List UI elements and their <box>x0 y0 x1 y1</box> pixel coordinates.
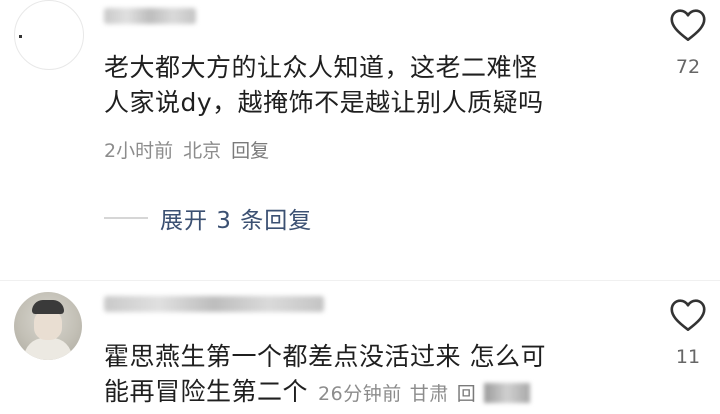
expand-replies-button[interactable]: 展开 3 条回复 <box>104 200 312 236</box>
like-count: 72 <box>675 56 701 78</box>
comment-location: 甘肃 <box>409 383 449 405</box>
comment-item: 霍思燕生第一个都差点没活过来 怎么可 能再冒险生第二个 26分钟前 甘肃回 11 <box>0 284 720 414</box>
comment-text: 老大都大方的让众人知道，这老二难怪 人家说dy，越掩饰不是越让别人质疑吗 <box>104 50 644 120</box>
reply-button[interactable]: 回复 <box>231 140 269 162</box>
avatar-figure-face <box>34 310 62 340</box>
avatar-figure-cap <box>32 300 64 314</box>
expand-replies-label: 展开 3 条回复 <box>160 208 313 234</box>
avatar-figure-body <box>24 338 72 360</box>
username-blurred[interactable] <box>104 8 196 24</box>
username-blurred[interactable] <box>104 296 324 312</box>
comment-text-line: 能再冒险生第二个 <box>104 377 309 406</box>
reply-button[interactable]: 回 <box>457 383 477 405</box>
avatar[interactable] <box>14 0 84 70</box>
heart-outline-icon[interactable] <box>669 298 707 332</box>
comment-item: 老大都大方的让众人知道，这老二难怪 人家说dy，越掩饰不是越让别人质疑吗 2小时… <box>0 0 720 280</box>
comment-text-line: 人家说dy，越掩饰不是越让别人质疑吗 <box>104 88 544 117</box>
like-count: 11 <box>675 346 701 368</box>
comment-meta: 26分钟前 甘肃回 <box>318 383 531 405</box>
comment-divider <box>0 280 720 281</box>
blurred-text <box>484 383 531 403</box>
avatar[interactable] <box>14 292 82 360</box>
comment-text-line: 霍思燕生第一个都差点没活过来 怎么可 <box>104 342 546 371</box>
comment-text: 霍思燕生第一个都差点没活过来 怎么可 能再冒险生第二个 26分钟前 甘肃回 <box>104 339 644 412</box>
like-button[interactable]: 11 <box>660 298 716 368</box>
comment-time: 26分钟前 <box>318 383 402 405</box>
comment-time: 2小时前 <box>104 140 174 162</box>
comment-text-line: 老大都大方的让众人知道，这老二难怪 <box>104 53 538 82</box>
comment-location: 北京 <box>183 140 222 162</box>
expand-divider-line <box>104 217 148 219</box>
heart-outline-icon[interactable] <box>669 8 707 42</box>
like-button[interactable]: 72 <box>660 8 716 78</box>
comment-meta: 2小时前 北京 回复 <box>104 138 269 164</box>
